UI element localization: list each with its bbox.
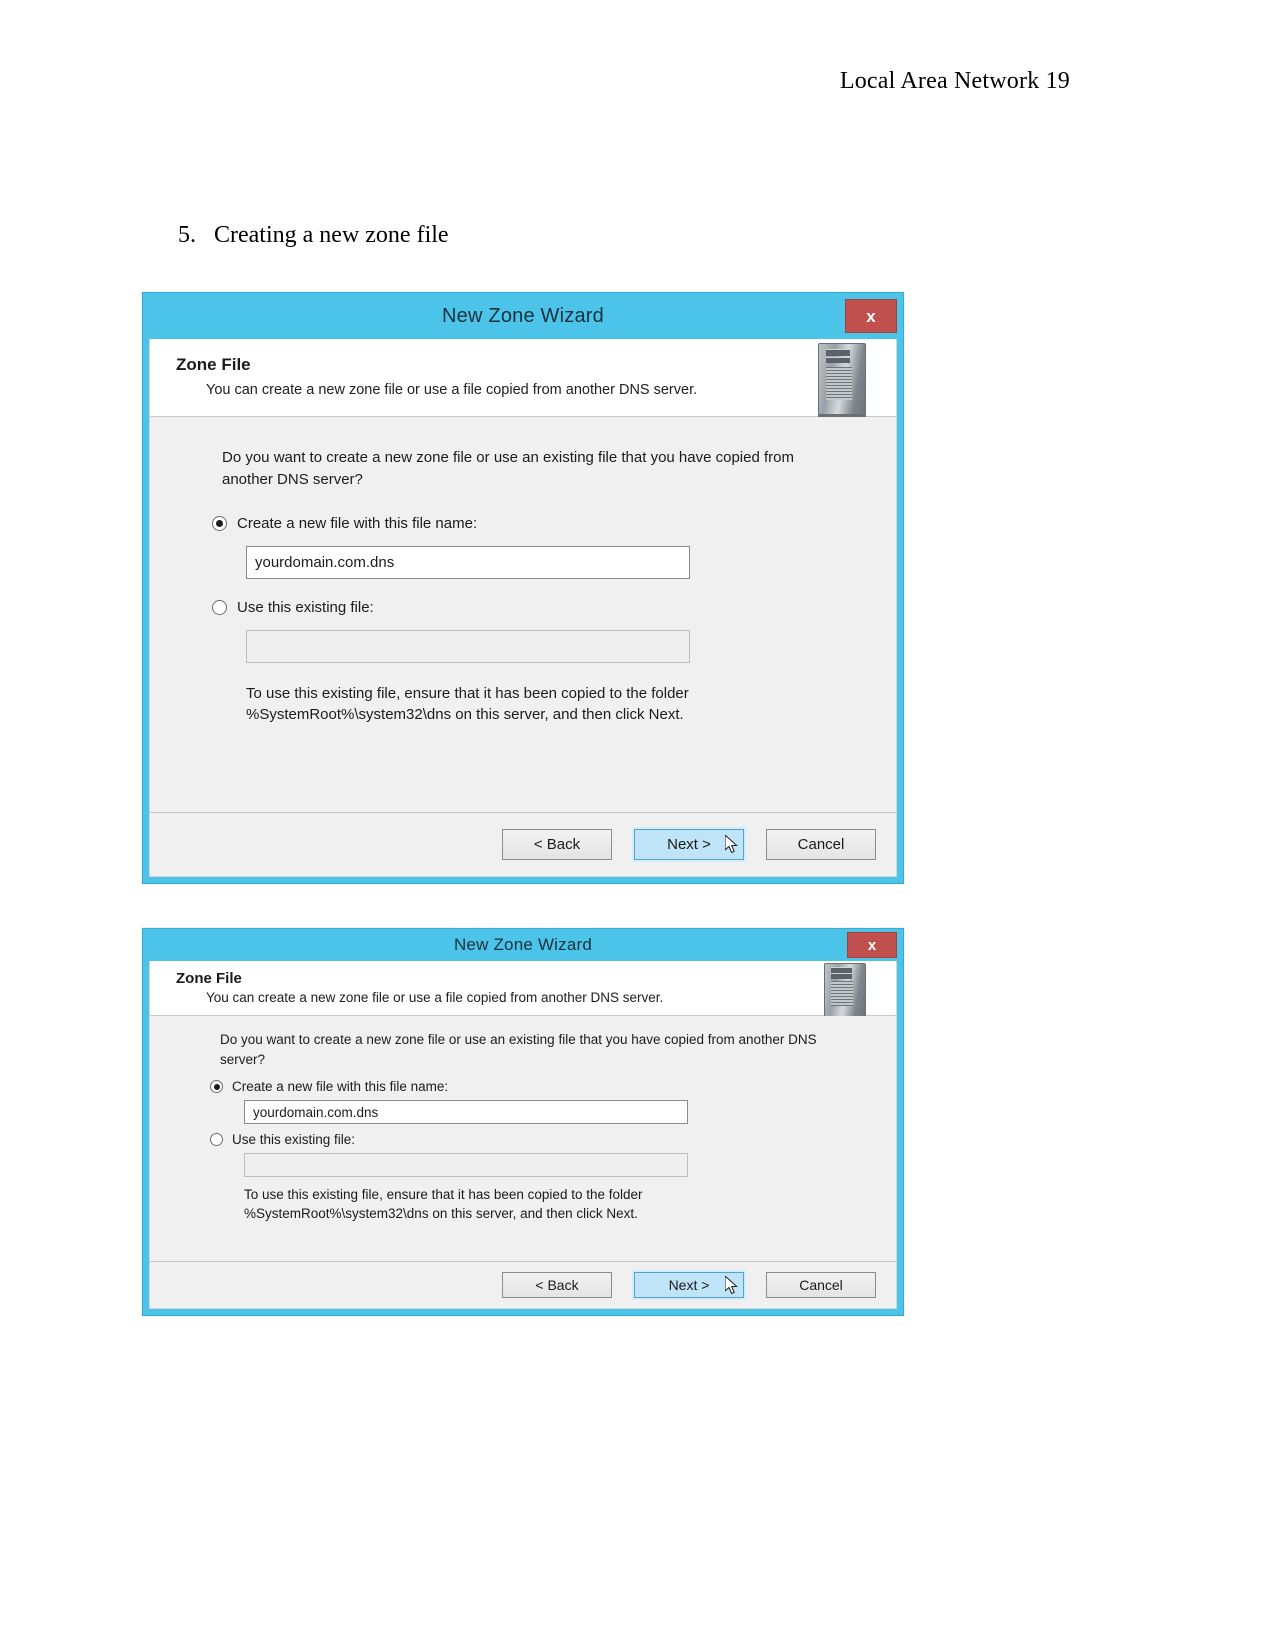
back-button[interactable]: < Back bbox=[502, 1272, 612, 1298]
step-item: 5. Creating a new zone file bbox=[178, 222, 449, 249]
hint-line-1: To use this existing file, ensure that i… bbox=[246, 684, 689, 702]
back-button[interactable]: < Back bbox=[502, 829, 612, 860]
wizard-body: Zone File You can create a new zone file… bbox=[149, 339, 897, 877]
radio-button-icon[interactable] bbox=[210, 1133, 223, 1147]
existing-file-name-input[interactable] bbox=[246, 629, 690, 663]
wizard-titlebar[interactable]: New Zone Wizard x bbox=[143, 293, 903, 339]
cancel-button[interactable]: Cancel bbox=[766, 829, 876, 860]
radio-use-existing-file[interactable]: Use this existing file: bbox=[212, 599, 896, 616]
existing-file-hint: To use this existing file, ensure that i… bbox=[244, 1185, 764, 1223]
radio-button-icon[interactable] bbox=[212, 599, 227, 615]
banner-heading: Zone File bbox=[176, 970, 242, 987]
question-text: Do you want to create a new zone file or… bbox=[222, 449, 794, 488]
existing-file-hint: To use this existing file, ensure that i… bbox=[246, 683, 766, 726]
banner-heading: Zone File bbox=[176, 355, 251, 374]
hint-line-2: %SystemRoot%\system32\dns on this server… bbox=[244, 1206, 638, 1222]
banner-subtext: You can create a new zone file or use a … bbox=[206, 990, 664, 1005]
wizard-footer: < Back Next > Cancel bbox=[150, 812, 896, 876]
new-zone-wizard-dialog-1[interactable]: New Zone Wizard x Zone File You can crea… bbox=[142, 292, 904, 884]
wizard-content: Do you want to create a new zone file or… bbox=[150, 1016, 896, 1261]
wizard-banner: Zone File You can create a new zone file… bbox=[150, 339, 896, 418]
radio-create-new-file[interactable]: Create a new file with this file name: bbox=[210, 1079, 896, 1094]
wizard-titlebar[interactable]: New Zone Wizard x bbox=[143, 929, 903, 961]
next-button[interactable]: Next > bbox=[634, 829, 744, 860]
wizard-footer: < Back Next > Cancel bbox=[150, 1261, 896, 1308]
radio-create-new-file[interactable]: Create a new file with this file name: bbox=[212, 515, 896, 532]
hint-line-1: To use this existing file, ensure that i… bbox=[244, 1187, 643, 1203]
close-icon[interactable]: x bbox=[845, 299, 897, 333]
existing-file-name-input[interactable] bbox=[244, 1153, 688, 1178]
cancel-button[interactable]: Cancel bbox=[766, 1272, 876, 1298]
close-icon[interactable]: x bbox=[847, 932, 897, 958]
wizard-title: New Zone Wizard bbox=[453, 935, 593, 954]
new-file-name-input[interactable]: yourdomain.com.dns bbox=[246, 545, 690, 579]
radio-create-new-file-label: Create a new file with this file name: bbox=[232, 1079, 449, 1095]
next-button[interactable]: Next > bbox=[634, 1272, 744, 1298]
wizard-content: Do you want to create a new zone file or… bbox=[150, 417, 896, 812]
wizard-banner: Zone File You can create a new zone file… bbox=[150, 961, 896, 1020]
hint-line-2: %SystemRoot%\system32\dns on this server… bbox=[246, 705, 684, 723]
question-text: Do you want to create a new zone file or… bbox=[220, 1032, 817, 1067]
server-tower-icon bbox=[818, 343, 866, 418]
radio-use-existing-file[interactable]: Use this existing file: bbox=[210, 1132, 896, 1147]
wizard-body: Zone File You can create a new zone file… bbox=[149, 961, 897, 1309]
page-header: Local Area Network 19 bbox=[839, 68, 1070, 94]
step-text: Creating a new zone file bbox=[214, 222, 449, 248]
radio-use-existing-file-label: Use this existing file: bbox=[237, 598, 374, 616]
server-tower-icon bbox=[824, 963, 866, 1020]
radio-button-icon[interactable] bbox=[210, 1080, 223, 1094]
radio-create-new-file-label: Create a new file with this file name: bbox=[237, 514, 478, 532]
new-zone-wizard-dialog-2[interactable]: New Zone Wizard x Zone File You can crea… bbox=[142, 928, 904, 1316]
radio-button-icon[interactable] bbox=[212, 515, 227, 531]
new-file-name-input[interactable]: yourdomain.com.dns bbox=[244, 1100, 688, 1125]
banner-subtext: You can create a new zone file or use a … bbox=[206, 382, 698, 398]
wizard-title: New Zone Wizard bbox=[442, 304, 604, 327]
step-number: 5. bbox=[178, 222, 196, 248]
radio-use-existing-file-label: Use this existing file: bbox=[232, 1132, 356, 1148]
